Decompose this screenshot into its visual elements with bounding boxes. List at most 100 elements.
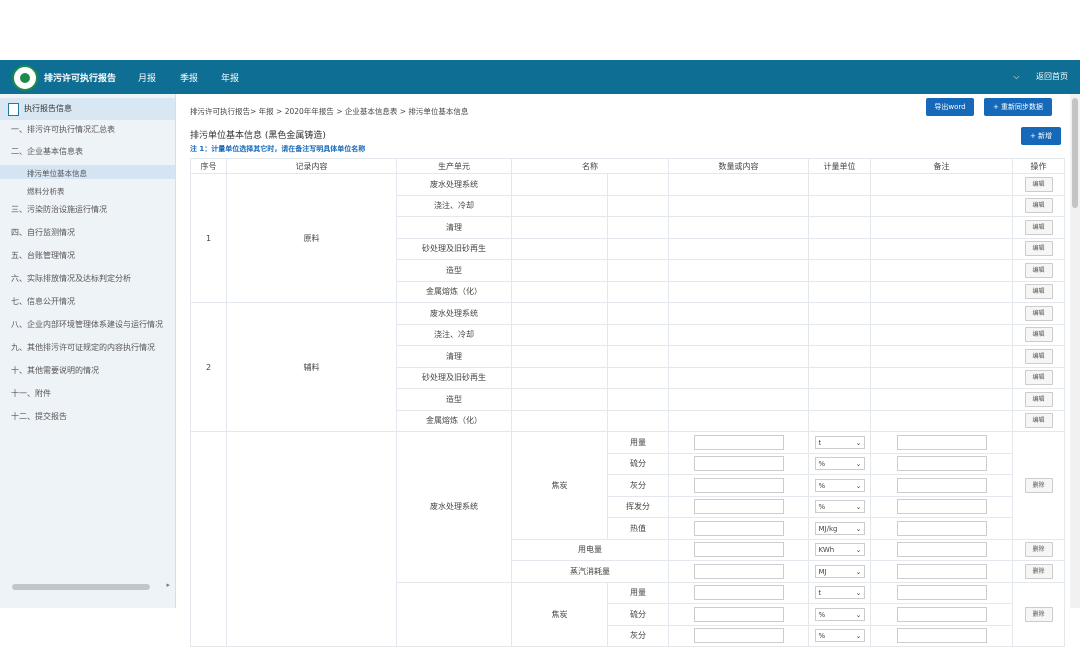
sidebar-head[interactable]: 执行报告信息	[0, 98, 175, 120]
quantity-input[interactable]	[693, 585, 784, 601]
edit-button[interactable]: 编辑	[1024, 391, 1053, 407]
remarks-input[interactable]	[896, 477, 987, 493]
remarks-input[interactable]	[896, 563, 987, 579]
row-content: 原料	[226, 173, 397, 303]
sidebar-item-emission[interactable]: 六、实际排放情况及达标判定分析	[11, 273, 131, 284]
chevron-down-icon: ⌄	[855, 567, 862, 576]
add-button[interactable]: + 新增	[1021, 127, 1061, 145]
delete-button[interactable]: 删除	[1024, 477, 1053, 493]
row-unit: 清理	[396, 345, 512, 368]
chevron-down-icon[interactable]: ⌵	[1013, 72, 1019, 81]
edit-button[interactable]: 编辑	[1024, 327, 1053, 343]
row-unit: 造型	[396, 388, 512, 411]
edit-button[interactable]: 编辑	[1024, 413, 1053, 429]
sidebar-item-pollution-control[interactable]: 三、污染防治设施运行情况	[11, 204, 107, 215]
home-link[interactable]: 返回首页	[1036, 72, 1068, 81]
prop-label: 用量	[607, 431, 669, 454]
remarks-input[interactable]	[896, 456, 987, 472]
quantity-input[interactable]	[693, 563, 784, 579]
sidebar-item-self-monitoring[interactable]: 四、自行监测情况	[11, 227, 75, 238]
delete-button[interactable]: 删除	[1024, 542, 1053, 558]
edit-button[interactable]: 编辑	[1024, 176, 1053, 192]
chevron-down-icon: ⌄	[855, 589, 862, 598]
sidebar-scrollbar[interactable]: ▸	[8, 581, 170, 591]
nav-quarterly[interactable]: 季报	[180, 71, 198, 84]
edit-button[interactable]: 编辑	[1024, 348, 1053, 364]
sidebar-subitem-fuel[interactable]: 燃料分析表	[27, 186, 65, 197]
sidebar-item-ledger[interactable]: 五、台账管理情况	[11, 250, 75, 261]
remarks-input[interactable]	[896, 499, 987, 515]
quantity-input[interactable]	[693, 434, 784, 450]
row-unit: 废水处理系统	[396, 173, 512, 196]
unit-select[interactable]: KWh ⌄	[814, 543, 865, 557]
remarks-input[interactable]	[896, 434, 987, 450]
unit-select[interactable]: % ⌄	[814, 457, 865, 471]
unit-select[interactable]: % ⌄	[814, 629, 865, 643]
export-word-button[interactable]: 导出word	[926, 98, 974, 116]
col-quantity: 数量或内容	[668, 158, 809, 174]
sidebar-item-basic-info[interactable]: 二、企业基本信息表	[11, 146, 83, 157]
unit-select[interactable]: % ⌄	[814, 478, 865, 492]
sidebar-item-other-notes[interactable]: 十、其他需要说明的情况	[11, 365, 99, 376]
sidebar-item-attachments[interactable]: 十一、附件	[11, 388, 51, 399]
edit-button[interactable]: 编辑	[1024, 198, 1053, 214]
scrollbar-thumb[interactable]	[12, 584, 150, 590]
chevron-down-icon: ⌄	[855, 524, 862, 533]
prop-label: 硫分	[607, 603, 669, 626]
unit-select[interactable]: % ⌄	[814, 607, 865, 621]
sidebar-item-submit[interactable]: 十二、提交报告	[11, 411, 67, 422]
sidebar-item-management[interactable]: 八、企业内部环境管理体系建设与运行情况	[11, 319, 163, 330]
unit-select[interactable]: MJ/kg ⌄	[814, 521, 865, 535]
prop-label: 灰分	[607, 474, 669, 497]
breadcrumb: 排污许可执行报告> 年报 > 2020年年报告 > 企业基本信息表 > 排污单位…	[190, 107, 469, 116]
quantity-input[interactable]	[693, 628, 784, 644]
row-unit: 砂处理及旧砂再生	[396, 237, 512, 260]
edit-button[interactable]: 编辑	[1024, 370, 1053, 386]
remarks-input[interactable]	[896, 520, 987, 536]
edit-button[interactable]: 编辑	[1024, 219, 1053, 235]
chevron-down-icon: ⌄	[855, 610, 862, 619]
delete-button[interactable]: 删除	[1024, 606, 1053, 622]
table-row: 废水处理系统 焦炭 用量 t ⌄ 删除	[190, 431, 1065, 647]
remarks-input[interactable]	[896, 585, 987, 601]
page-scrollbar[interactable]	[1070, 94, 1080, 608]
nav-annual[interactable]: 年报	[221, 71, 239, 84]
sidebar-subitem-unit-info[interactable]: 排污单位基本信息	[27, 168, 87, 179]
chevron-down-icon: ⌄	[855, 438, 862, 447]
nav-monthly[interactable]: 月报	[138, 71, 156, 84]
remarks-input[interactable]	[896, 606, 987, 622]
remarks-input[interactable]	[896, 542, 987, 558]
edit-button[interactable]: 编辑	[1024, 305, 1053, 321]
quantity-input[interactable]	[693, 499, 784, 515]
sidebar-head-label: 执行报告信息	[24, 104, 72, 113]
chevron-right-icon[interactable]: ▸	[166, 581, 170, 589]
quantity-input[interactable]	[693, 520, 784, 536]
col-content: 记录内容	[226, 158, 397, 174]
sidebar-item-summary[interactable]: 一、排污许可执行情况汇总表	[11, 124, 115, 135]
row-unit: 砂处理及旧砂再生	[396, 366, 512, 389]
edit-button[interactable]: 编辑	[1024, 284, 1053, 300]
data-table: 序号 记录内容 生产单元 名称 数量或内容 计量单位 备注 操作 1 原料 废水处理…	[190, 158, 1065, 647]
edit-button[interactable]: 编辑	[1024, 262, 1053, 278]
edit-button[interactable]: 编辑	[1024, 241, 1053, 257]
prop-label: 挥发分	[607, 495, 669, 518]
delete-button[interactable]: 删除	[1024, 563, 1053, 579]
quantity-input[interactable]	[693, 477, 784, 493]
quantity-input[interactable]	[693, 456, 784, 472]
quantity-input[interactable]	[693, 606, 784, 622]
row-unit: 清理	[396, 216, 512, 239]
sidebar-item-disclosure[interactable]: 七、信息公开情况	[11, 296, 75, 307]
unit-select[interactable]: % ⌄	[814, 500, 865, 514]
scrollbar-thumb[interactable]	[1072, 98, 1078, 208]
quantity-input[interactable]	[693, 542, 784, 558]
row-unit: 金属熔炼（化）	[396, 280, 512, 303]
unit-select[interactable]: MJ ⌄	[814, 564, 865, 578]
main-content: 排污许可执行报告> 年报 > 2020年年报告 > 企业基本信息表 > 排污单位…	[176, 94, 1070, 647]
unit-select[interactable]: t ⌄	[814, 586, 865, 600]
unit-select[interactable]: t ⌄	[814, 435, 865, 449]
sidebar-item-other-rules[interactable]: 九、其他排污许可证规定的内容执行情况	[11, 342, 155, 353]
sync-data-button[interactable]: + 重新同步数据	[984, 98, 1052, 116]
remarks-input[interactable]	[896, 628, 987, 644]
steam-label: 蒸汽消耗量	[511, 560, 669, 583]
document-icon	[8, 103, 19, 116]
